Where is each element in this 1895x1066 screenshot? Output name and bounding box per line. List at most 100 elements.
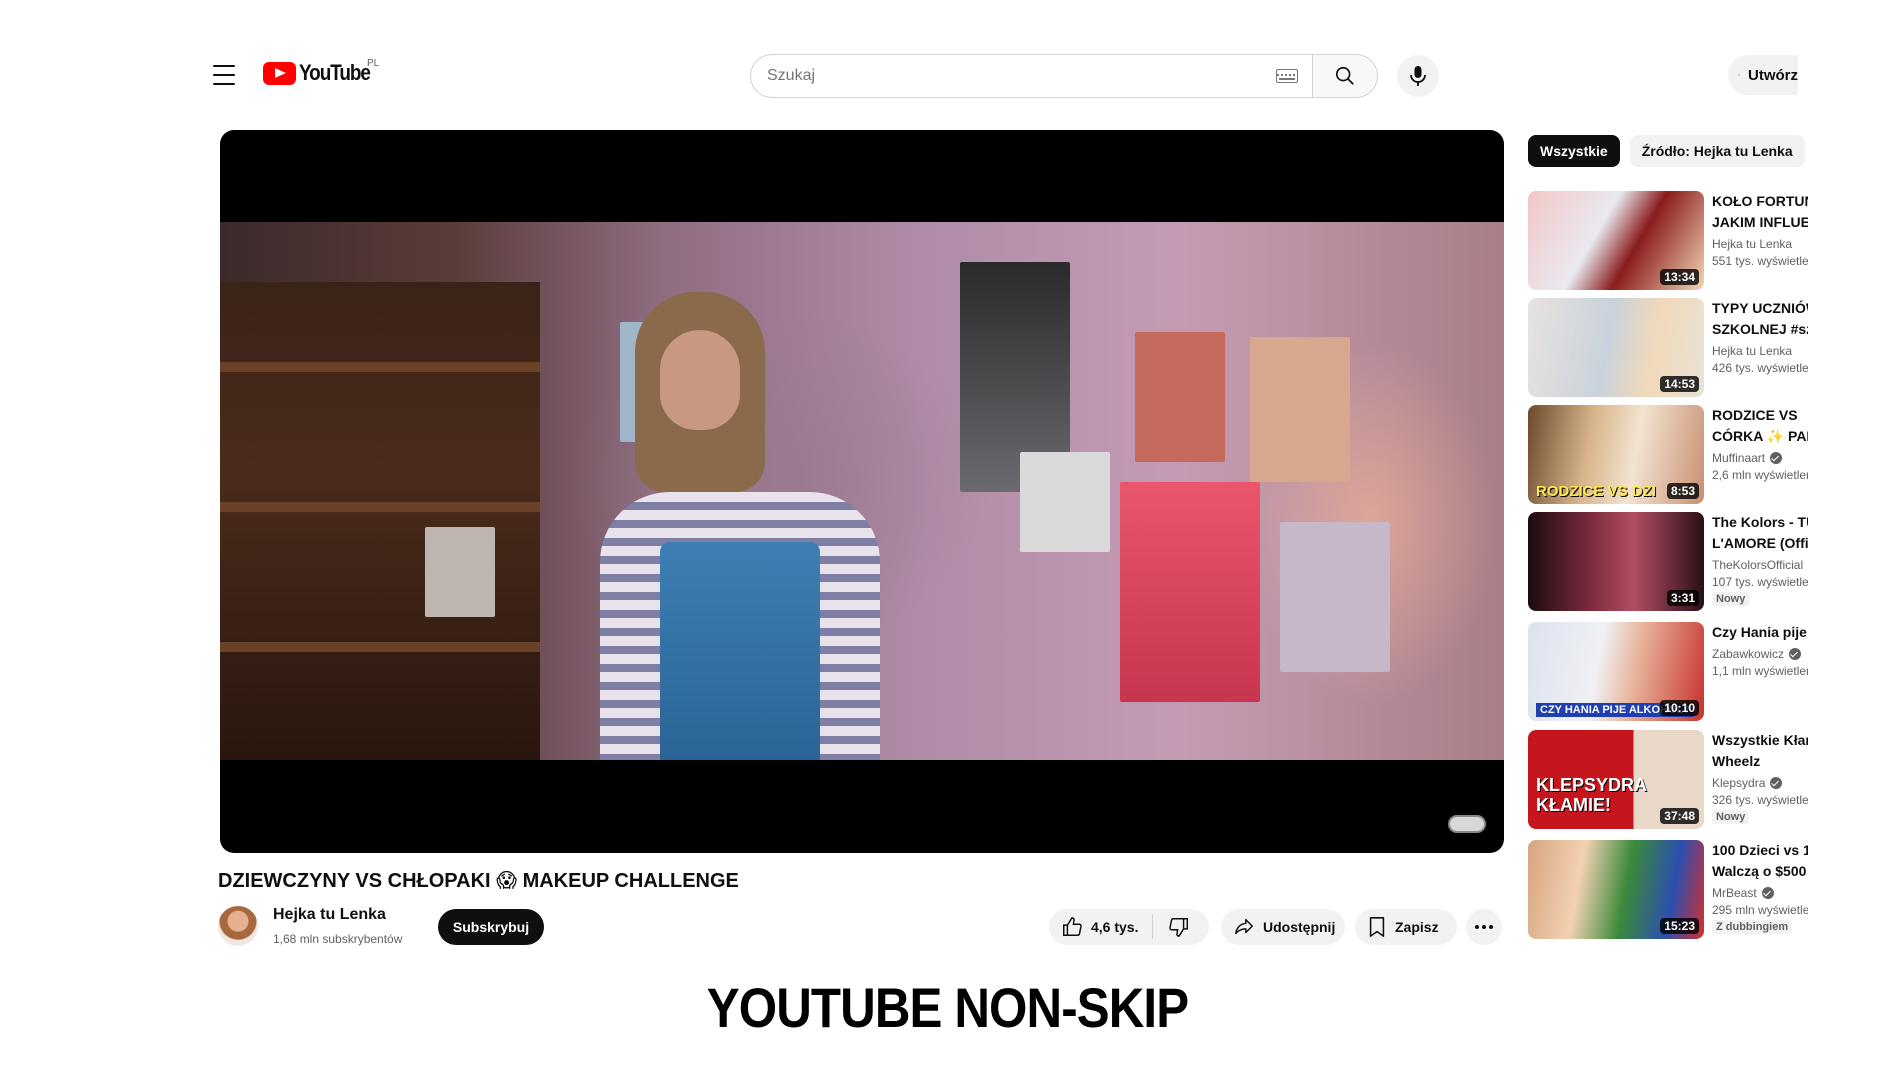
subscribe-button[interactable]: Subskrybuj: [438, 909, 544, 945]
recommendation-channel: Muffinaart: [1712, 451, 1808, 465]
duration-badge: 14:53: [1660, 376, 1699, 392]
video-thumbnail[interactable]: 13:34: [1528, 191, 1704, 290]
save-label: Zapisz: [1395, 919, 1439, 935]
dislike-button[interactable]: [1153, 916, 1205, 938]
poster-image: [1120, 482, 1260, 702]
subscriber-count: 1,68 mln subskrybentów: [273, 932, 403, 946]
plus-icon: [1738, 74, 1740, 76]
search-field[interactable]: [750, 54, 1312, 98]
thumbnail-text: RODZICE VS DZI: [1536, 483, 1657, 500]
search-button[interactable]: [1312, 54, 1378, 98]
recommendation-item[interactable]: 15:23 100 Dzieci vs 1 Walczą o $500 MrBe…: [1528, 840, 1808, 940]
view-count: 426 tys. wyświetleń: [1712, 361, 1808, 375]
video-thumbnail[interactable]: 14:53: [1528, 298, 1704, 397]
search-icon: [1335, 66, 1354, 85]
recommendation-title: The Kolors - TU: [1712, 514, 1808, 530]
verified-icon: [1761, 887, 1774, 899]
region-code: PL: [367, 58, 380, 69]
duration-badge: 13:34: [1660, 269, 1699, 285]
bookmark-icon: [1369, 917, 1385, 937]
poster-image: [1020, 452, 1110, 552]
channel-avatar[interactable]: [218, 906, 258, 946]
share-button[interactable]: Udostępnij: [1221, 909, 1345, 945]
recommendation-item[interactable]: 13:34 KOŁO FORTUNY JAKIM INFLUENCEREM He…: [1528, 191, 1808, 291]
poster-image: [1250, 337, 1350, 482]
filter-chips: Wszystkie Źródło: Hejka tu Lenka: [1528, 135, 1808, 169]
duration-badge: 37:48: [1660, 808, 1699, 824]
recommendation-title: Wheelz: [1712, 753, 1761, 769]
channel-label: Zabawkowicz: [1712, 647, 1785, 661]
recommendation-channel: MrBeast: [1712, 886, 1808, 900]
microphone-icon: [1410, 66, 1426, 86]
duration-badge: 3:31: [1666, 590, 1699, 606]
video-thumbnail[interactable]: 3:31: [1528, 512, 1704, 611]
recommendation-title: L'AMORE (Official: [1712, 535, 1808, 551]
search-bar: [750, 54, 1378, 98]
video-thumbnail[interactable]: CZY HANIA PIJE ALKOHOL? 10:10: [1528, 622, 1704, 721]
dislike-icon: [1169, 918, 1189, 937]
recommendation-item[interactable]: KLEPSYDRA KŁAMIE! 37:48 Wszystkie Kłamst…: [1528, 730, 1808, 830]
duration-badge: 15:23: [1660, 918, 1699, 934]
video-title: DZIEWCZYNY VS CHŁOPAKI 😱 MAKEUP CHALLENG…: [218, 870, 739, 892]
search-input[interactable]: [767, 67, 1276, 85]
duration-badge: 8:53: [1666, 483, 1699, 499]
channel-label: MrBeast: [1712, 886, 1757, 900]
new-badge: Nowy: [1712, 810, 1750, 824]
channel-label: Klepsydra: [1712, 776, 1766, 790]
recommendation-channel: Klepsydra: [1712, 776, 1808, 790]
recommendation-item[interactable]: 14:53 TYPY UCZNIÓW SZKOLNEJ #sz Hejka tu…: [1528, 298, 1808, 398]
poster-image: [1280, 522, 1390, 672]
recommendation-title: TYPY UCZNIÓW: [1712, 300, 1808, 316]
like-dislike-group: 4,6 tys.: [1049, 909, 1209, 945]
logo-text: YouTube: [299, 60, 371, 85]
create-label: Utwórz: [1748, 66, 1798, 84]
channel-label: Hejka tu Lenka: [1712, 344, 1793, 358]
recommendation-title: Czy Hania pije: [1712, 624, 1807, 640]
recommendation-title: CÓRKA ✨ PARTY: [1712, 428, 1808, 444]
keyboard-icon[interactable]: [1276, 69, 1298, 83]
youtube-play-icon: [263, 61, 296, 85]
recommendation-title: JAKIM INFLUENCEREM: [1712, 214, 1808, 230]
channel-name[interactable]: Hejka tu Lenka: [273, 906, 386, 924]
video-thumbnail[interactable]: RODZICE VS DZI 8:53: [1528, 405, 1704, 504]
recommendation-title: SZKOLNEJ #sz: [1712, 321, 1808, 337]
video-player[interactable]: [220, 130, 1504, 853]
channel-label: Hejka tu Lenka: [1712, 237, 1793, 251]
poster-image: [1135, 332, 1225, 462]
create-button[interactable]: Utwórz: [1728, 55, 1798, 95]
recommendation-item[interactable]: RODZICE VS DZI 8:53 RODZICE VS CÓRKA ✨ P…: [1528, 405, 1808, 505]
video-thumbnail[interactable]: 15:23: [1528, 840, 1704, 939]
view-count: 295 mln wyświetleń: [1712, 903, 1808, 917]
thumbnail-text: KLEPSYDRA KŁAMIE!: [1536, 775, 1647, 815]
verified-icon: [1770, 777, 1783, 789]
verified-icon: [1770, 452, 1783, 464]
video-frame: [220, 222, 1504, 760]
like-icon[interactable]: [1061, 916, 1083, 938]
channel-label: TheKolorsOfficial: [1712, 558, 1804, 572]
dubbing-badge: Z dubbingiem: [1712, 920, 1793, 934]
like-count[interactable]: 4,6 tys.: [1091, 919, 1138, 935]
voice-search-button[interactable]: [1397, 55, 1439, 97]
chip-all[interactable]: Wszystkie: [1528, 135, 1620, 167]
recommendation-title: KOŁO FORTUNY: [1712, 193, 1808, 209]
menu-icon[interactable]: [210, 62, 238, 88]
verified-icon: [1789, 648, 1802, 660]
recommendation-title: RODZICE VS: [1712, 407, 1798, 423]
recommendation-channel: Zabawkowicz: [1712, 647, 1808, 661]
recommendation-title: 100 Dzieci vs 1: [1712, 842, 1808, 858]
channel-watermark-icon[interactable]: [1448, 815, 1486, 833]
recommendation-channel: TheKolorsOfficial: [1712, 558, 1808, 572]
overlay-caption: YOUTUBE NON-SKIP: [706, 976, 1189, 1039]
recommendation-item[interactable]: CZY HANIA PIJE ALKOHOL? 10:10 Czy Hania …: [1528, 622, 1808, 722]
more-actions-button[interactable]: [1466, 909, 1502, 945]
youtube-logo[interactable]: YouTube: [263, 60, 381, 86]
recommendation-channel: Hejka tu Lenka: [1712, 237, 1808, 251]
photo-image: [425, 527, 495, 617]
view-count: 326 tys. wyświetleń: [1712, 793, 1808, 807]
save-button[interactable]: Zapisz: [1355, 909, 1457, 945]
view-count: 551 tys. wyświetleń: [1712, 254, 1808, 268]
chip-source-channel[interactable]: Źródło: Hejka tu Lenka: [1629, 135, 1805, 167]
video-thumbnail[interactable]: KLEPSYDRA KŁAMIE! 37:48: [1528, 730, 1704, 829]
recommendation-item[interactable]: 3:31 The Kolors - TU L'AMORE (Official T…: [1528, 512, 1808, 612]
person-image: [590, 292, 890, 760]
